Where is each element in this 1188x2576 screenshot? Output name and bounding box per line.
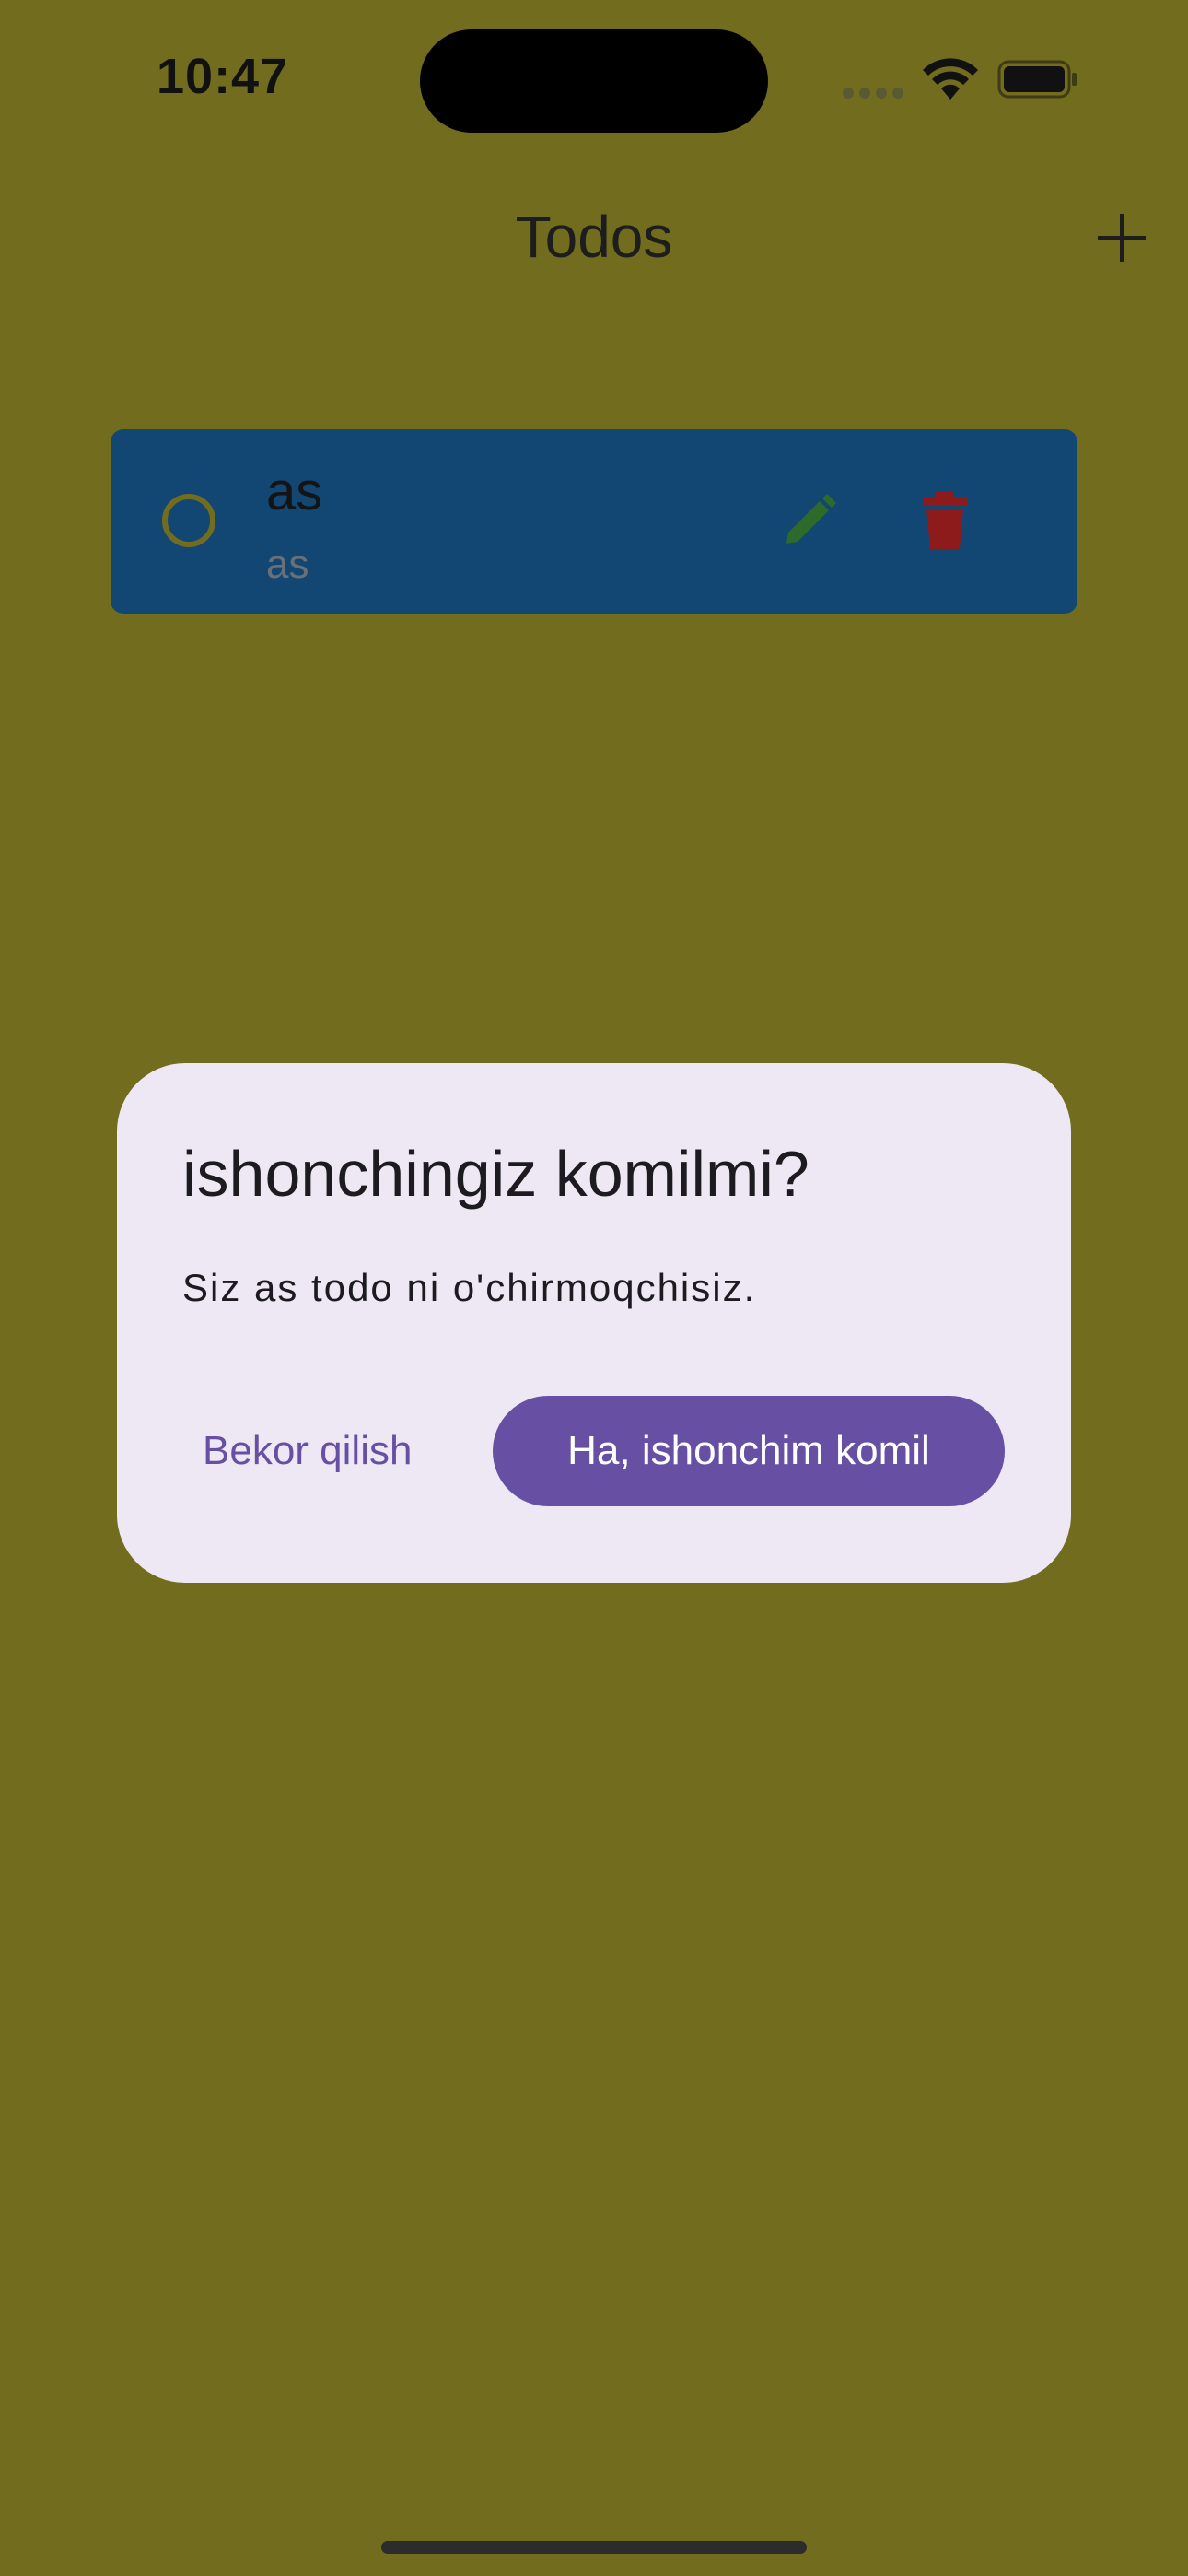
trash-icon bbox=[923, 492, 967, 549]
dialog-title: ishonchingiz komilmi? bbox=[182, 1138, 809, 1210]
status-time: 10:47 bbox=[157, 49, 289, 104]
page-title: Todos bbox=[515, 204, 673, 270]
edit-todo-button[interactable] bbox=[781, 494, 836, 549]
cancel-button[interactable]: Bekor qilish bbox=[203, 1396, 412, 1506]
plus-icon bbox=[1098, 214, 1146, 262]
dialog-message: Siz as todo ni o'chirmoqchisiz. bbox=[182, 1266, 757, 1309]
todo-subtitle: as bbox=[266, 542, 309, 587]
pencil-icon bbox=[786, 494, 836, 544]
confirm-delete-button[interactable]: Ha, ishonchim komil bbox=[493, 1396, 1005, 1506]
add-todo-button[interactable] bbox=[1096, 212, 1147, 263]
circle-outline-icon[interactable] bbox=[162, 494, 215, 547]
home-indicator[interactable] bbox=[381, 2541, 807, 2554]
delete-todo-button[interactable] bbox=[921, 492, 969, 549]
battery-icon bbox=[997, 60, 1077, 99]
todo-title: as bbox=[266, 462, 323, 521]
cellular-signal-icon bbox=[843, 88, 905, 99]
wifi-icon bbox=[923, 58, 978, 100]
dynamic-island bbox=[420, 29, 768, 133]
